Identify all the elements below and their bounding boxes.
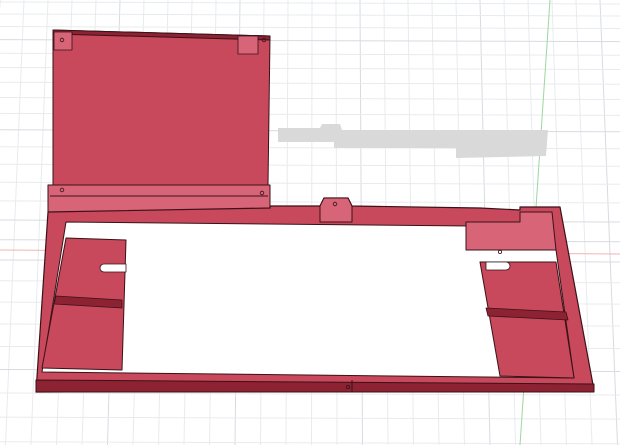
base-frame	[35, 197, 595, 393]
slot-right	[485, 261, 511, 271]
grid-line	[0, 416, 620, 420]
lid-tab-right	[237, 35, 259, 55]
lid-face	[52, 29, 271, 186]
scene-canvas[interactable]	[0, 0, 620, 445]
grid-line	[0, 13, 620, 17]
cad-3d-viewport[interactable]	[0, 0, 620, 445]
top-center-notch	[319, 197, 353, 223]
grid-line	[5, 0, 25, 445]
grid-line	[0, 392, 620, 396]
grid-line	[0, 441, 620, 445]
lid-hinge-strip	[47, 184, 271, 213]
grid-line	[0, 1, 620, 5]
grid-line	[0, 26, 620, 30]
slot-left	[99, 263, 127, 273]
lid-panel	[47, 29, 271, 213]
